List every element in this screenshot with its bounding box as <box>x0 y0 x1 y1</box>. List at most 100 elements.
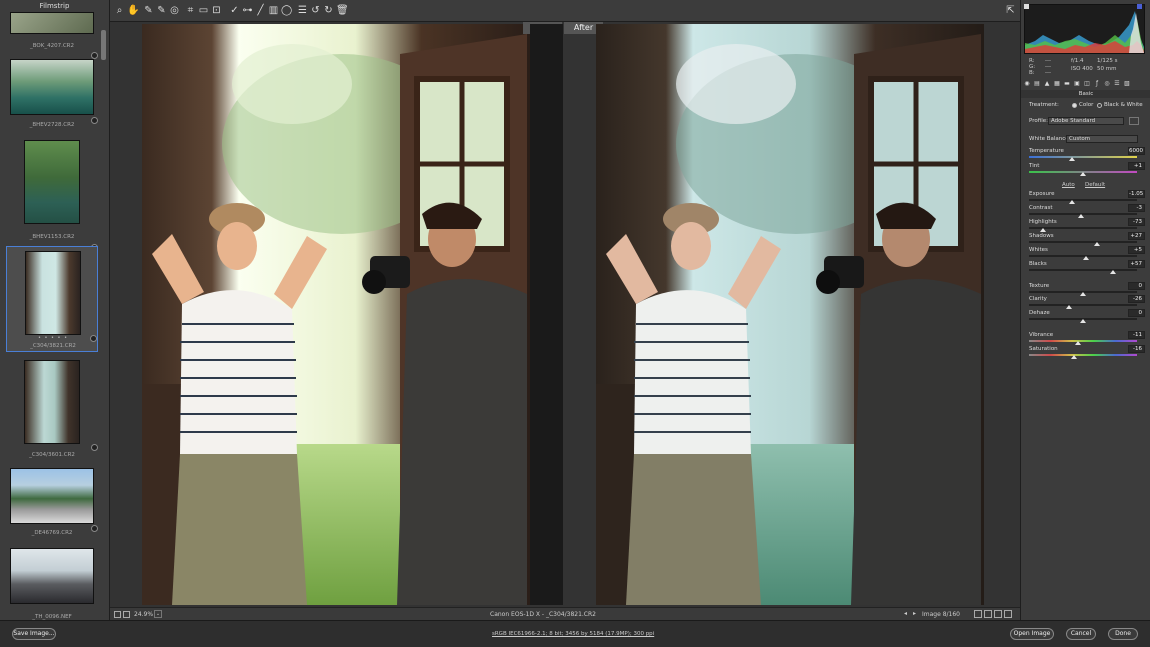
slider-thumb[interactable] <box>1069 157 1076 161</box>
red-eye-tool-icon[interactable]: ⊶ <box>242 5 253 16</box>
white-balance-tool-icon[interactable]: ✎ <box>143 5 154 16</box>
treatment-color-radio[interactable] <box>1072 103 1077 108</box>
targeted-adjustment-tool-icon[interactable]: ◎ <box>169 5 180 16</box>
filmstrip-scrollbar[interactable] <box>101 30 106 60</box>
straighten-tool-icon[interactable]: ▭ <box>198 5 209 16</box>
highlight-clipping-icon[interactable] <box>1137 4 1142 9</box>
slider-track[interactable] <box>1029 340 1137 342</box>
slider-value-field[interactable]: 6000 <box>1128 147 1145 155</box>
auto-tone-link[interactable]: Auto <box>1062 182 1075 188</box>
radial-filter-icon[interactable]: ◯ <box>281 5 292 16</box>
filmstrip-item[interactable]: _BOK_4207.CR2 <box>6 10 98 59</box>
lens-tab-icon[interactable]: ▣ <box>1073 80 1081 88</box>
tone-curve-tab-icon[interactable]: ▤ <box>1033 80 1041 88</box>
slider-track[interactable] <box>1029 269 1137 271</box>
profile-dropdown[interactable]: Adobe Standard <box>1048 117 1124 125</box>
slider-thumb[interactable] <box>1065 305 1072 309</box>
transform-tab-icon[interactable]: ◫ <box>1083 80 1091 88</box>
slider-value-field[interactable]: -3 <box>1128 204 1145 212</box>
zoom-level[interactable]: 24.9% <box>134 611 153 618</box>
previous-image-icon[interactable]: ◂ <box>904 610 907 617</box>
shadow-clipping-icon[interactable] <box>1024 4 1029 9</box>
presets-tab-icon[interactable]: ☰ <box>1113 80 1121 88</box>
swap-before-after-icon[interactable] <box>984 610 992 618</box>
rotate-right-icon[interactable]: ↻ <box>323 5 334 16</box>
slider-thumb[interactable] <box>1040 228 1047 232</box>
fullscreen-icon[interactable]: ⇱ <box>1005 5 1016 16</box>
workflow-options-link[interactable]: sRGB IEC61966-2.1; 8 bit; 3456 by 5184 (… <box>492 631 654 637</box>
slider-thumb[interactable] <box>1080 319 1086 323</box>
slider-value-field[interactable]: -11 <box>1128 331 1145 339</box>
slider-track[interactable] <box>1029 241 1137 243</box>
cancel-button[interactable]: Cancel <box>1066 628 1096 640</box>
zoom-out-icon[interactable] <box>114 611 121 618</box>
detail-tab-icon[interactable]: ▲ <box>1043 80 1051 88</box>
save-image-button[interactable]: Save Image... <box>12 628 56 640</box>
crop-tool-icon[interactable]: ⌗ <box>185 5 196 16</box>
slider-thumb[interactable] <box>1094 242 1101 246</box>
profile-browser-icon[interactable] <box>1129 117 1139 125</box>
delete-icon[interactable]: 🗑 <box>336 5 349 16</box>
slider-track[interactable] <box>1029 354 1137 356</box>
adjustment-brush-icon[interactable]: ╱ <box>255 5 266 16</box>
color-sampler-tool-icon[interactable]: ✎ <box>156 5 167 16</box>
slider-thumb[interactable] <box>1110 270 1117 274</box>
white-balance-dropdown[interactable]: Custom <box>1066 135 1138 143</box>
slider-value-field[interactable]: -26 <box>1128 295 1145 303</box>
filmstrip-item[interactable]: _TH_0096.NEF <box>6 546 98 620</box>
preview-canvas[interactable]: Before After <box>110 22 1020 607</box>
hsl-tab-icon[interactable]: ▦ <box>1053 80 1061 88</box>
done-button[interactable]: Done <box>1108 628 1138 640</box>
spot-removal-tool-icon[interactable]: ✓ <box>229 5 240 16</box>
rating-stars[interactable]: • • • • • <box>7 335 99 341</box>
slider-thumb[interactable] <box>1071 355 1078 359</box>
preferences-icon[interactable]: ☰ <box>297 5 308 16</box>
slider-track[interactable] <box>1029 199 1137 201</box>
slider-label: Shadows <box>1029 233 1054 239</box>
slider-thumb[interactable] <box>1077 214 1084 218</box>
slider-track[interactable] <box>1029 304 1137 306</box>
slider-value-field[interactable]: +57 <box>1128 260 1145 268</box>
snapshots-tab-icon[interactable]: ▧ <box>1123 80 1131 88</box>
filmstrip-item[interactable]: _BHEV2728.CR2 <box>6 55 98 130</box>
slider-track[interactable] <box>1029 156 1137 158</box>
zoom-dropdown-icon[interactable]: ⌄ <box>154 610 162 618</box>
filmstrip-item[interactable]: _DE46769.CR2 <box>6 466 98 542</box>
slider-label: Highlights <box>1029 219 1057 225</box>
slider-value-field[interactable]: -1.05 <box>1128 190 1145 198</box>
filmstrip-item[interactable]: _BHEV1153.CR2 <box>6 136 98 251</box>
effects-tab-icon[interactable]: ƒ <box>1093 80 1101 88</box>
calibration-tab-icon[interactable]: ◎ <box>1103 80 1111 88</box>
toggle-settings-icon[interactable] <box>1004 610 1012 618</box>
edit-badge-icon <box>91 525 98 532</box>
slider-thumb[interactable] <box>1080 172 1086 176</box>
basic-tab-icon[interactable]: ◉ <box>1023 80 1031 88</box>
rotate-left-icon[interactable]: ↺ <box>310 5 321 16</box>
split-toning-tab-icon[interactable]: ▬ <box>1063 80 1071 88</box>
slider-thumb[interactable] <box>1074 341 1081 345</box>
zoom-in-icon[interactable] <box>123 611 130 618</box>
slider-thumb[interactable] <box>1069 200 1076 204</box>
filmstrip-item-selected[interactable]: • • • • • _C304/3821.CR2 <box>6 246 98 352</box>
hand-tool-icon[interactable]: ✋ <box>127 5 139 16</box>
open-image-button[interactable]: Open Image <box>1010 628 1054 640</box>
slider-thumb[interactable] <box>1080 292 1086 296</box>
filmstrip-item[interactable]: _C304/3601.CR2 <box>6 356 98 462</box>
transform-tool-icon[interactable]: ⊡ <box>211 5 222 16</box>
aperture: f/1.4 <box>1071 58 1084 64</box>
slider-value-field[interactable]: +1 <box>1128 162 1145 170</box>
slider-thumb[interactable] <box>1083 256 1090 260</box>
slider-value-field[interactable]: +5 <box>1128 246 1145 254</box>
zoom-tool-icon[interactable]: ⌕ <box>114 5 125 16</box>
slider-value-field[interactable]: -73 <box>1128 218 1145 226</box>
view-mode-icon[interactable] <box>974 610 982 618</box>
graduated-filter-icon[interactable]: ▥ <box>268 5 279 16</box>
treatment-bw-radio[interactable] <box>1097 103 1102 108</box>
copy-settings-icon[interactable] <box>994 610 1002 618</box>
slider-value-field[interactable]: -16 <box>1128 345 1145 353</box>
default-tone-link[interactable]: Default <box>1085 182 1105 188</box>
slider-value-field[interactable]: 0 <box>1128 282 1145 290</box>
next-image-icon[interactable]: ▸ <box>913 610 916 617</box>
slider-value-field[interactable]: 0 <box>1128 309 1145 317</box>
slider-value-field[interactable]: +27 <box>1128 232 1145 240</box>
